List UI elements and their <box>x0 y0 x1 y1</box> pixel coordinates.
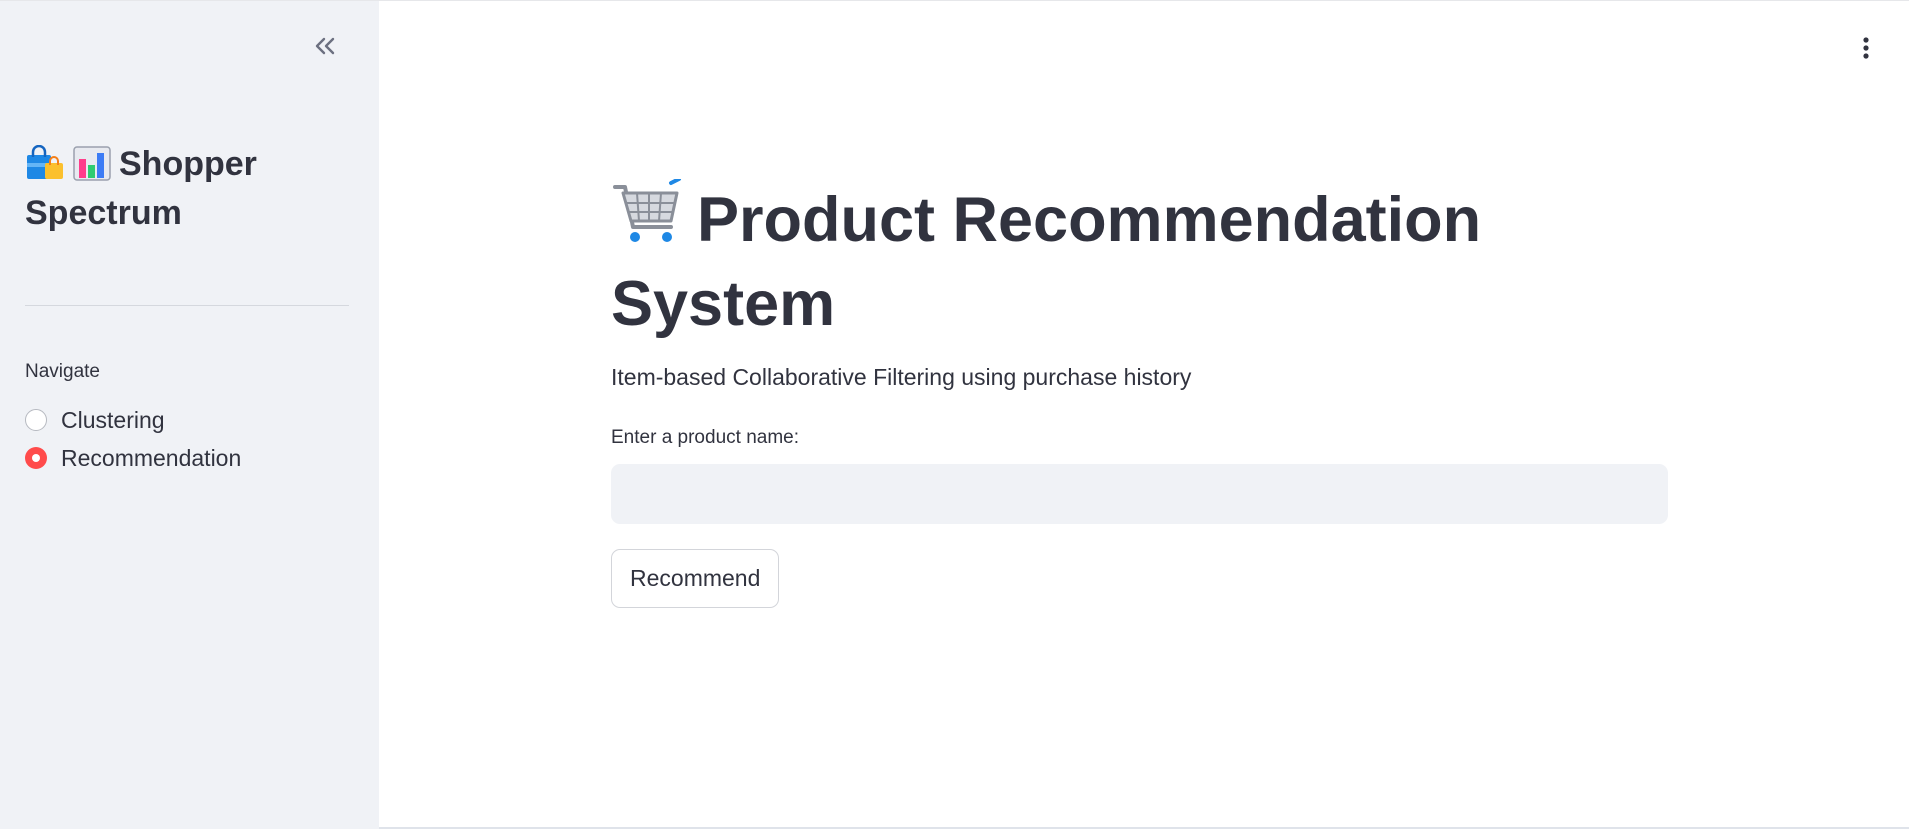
product-input-label: Enter a product name: <box>611 427 799 448</box>
radio-label-clustering: Clustering <box>61 406 165 433</box>
page-title: Product Recommendation System <box>611 177 1611 344</box>
sidebar-divider <box>25 305 349 306</box>
product-name-input[interactable] <box>611 464 1668 524</box>
nav-radio-group: Clustering Recommendation <box>25 401 241 477</box>
bar-chart-icon <box>73 145 111 192</box>
recommend-button[interactable]: Recommend <box>611 549 780 608</box>
shopping-bags-icon <box>25 144 65 192</box>
radio-button-unchecked[interactable] <box>25 409 47 431</box>
nav-label: Navigate <box>25 361 100 382</box>
page-title-text: Product Recommendation System <box>611 185 1482 339</box>
kebab-menu-icon <box>1863 37 1869 59</box>
sidebar-title: Shopper Spectrum <box>25 143 345 235</box>
app-window: Shopper Spectrum Navigate Clustering Rec… <box>0 0 1909 829</box>
main-menu-button[interactable] <box>1855 33 1877 63</box>
sidebar: Shopper Spectrum Navigate Clustering Rec… <box>0 1 379 829</box>
shopping-cart-icon <box>611 177 683 264</box>
page-subtitle: Item-based Collaborative Filtering using… <box>611 364 1192 390</box>
double-chevron-left-icon <box>315 37 335 55</box>
radio-option-clustering[interactable]: Clustering <box>25 401 241 439</box>
collapse-sidebar-button[interactable] <box>310 31 340 61</box>
radio-option-recommendation[interactable]: Recommendation <box>25 439 241 477</box>
radio-button-checked[interactable] <box>25 447 47 469</box>
radio-label-recommendation: Recommendation <box>61 444 242 471</box>
